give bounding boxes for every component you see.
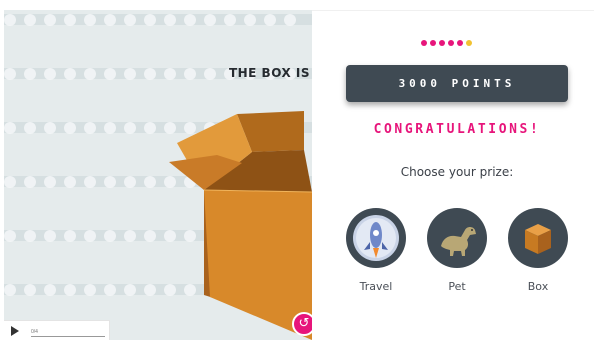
prize-option-travel[interactable]: Travel — [346, 208, 406, 293]
box-icon — [525, 224, 551, 254]
prize-label-travel: Travel — [359, 280, 393, 293]
slide-counter: 0/4 — [31, 329, 38, 335]
progress-dot — [430, 40, 436, 46]
dinosaur-icon — [441, 227, 476, 256]
prize-circle-box[interactable] — [508, 208, 568, 268]
replay-icon: ↺ — [298, 316, 310, 331]
result-panel: 3000 POINTS CONGRATULATIONS! Choose your… — [312, 10, 594, 340]
progress-dot — [448, 40, 454, 46]
seek-bar[interactable] — [31, 336, 105, 337]
prize-circle-pet[interactable] — [427, 208, 487, 268]
progress-dot — [466, 40, 472, 46]
rocket-icon — [353, 215, 399, 261]
app-frame: THE BOX IS ↺ 0/4 3000 POINTS CONGRATULAT… — [0, 0, 594, 340]
progress-dot — [457, 40, 463, 46]
progress-dot — [439, 40, 445, 46]
play-icon[interactable] — [11, 326, 19, 336]
prize-option-pet[interactable]: Pet — [427, 208, 487, 293]
animation-stage: THE BOX IS ↺ — [4, 10, 312, 340]
replay-button[interactable]: ↺ — [292, 312, 312, 336]
prize-option-box[interactable]: Box — [508, 208, 568, 293]
points-button[interactable]: 3000 POINTS — [346, 65, 568, 102]
prize-label-pet: Pet — [448, 280, 466, 293]
prize-label-box: Box — [527, 280, 549, 293]
choose-prize-label: Choose your prize: — [400, 165, 514, 179]
player-controls: 0/4 — [4, 320, 110, 340]
progress-dots — [421, 40, 472, 46]
cardboard-box-illustration — [169, 111, 312, 340]
congrats-heading: CONGRATULATIONS! — [373, 122, 541, 137]
progress-dot — [421, 40, 427, 46]
prize-circle-travel[interactable] — [346, 208, 406, 268]
